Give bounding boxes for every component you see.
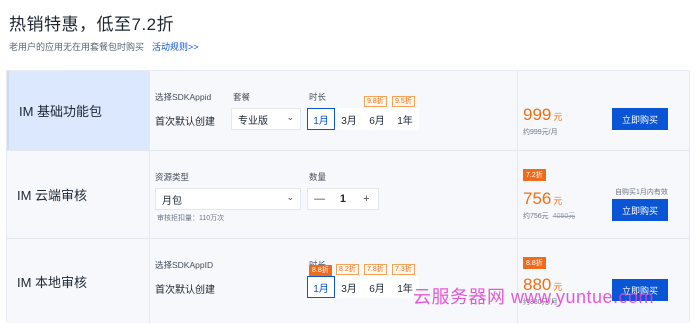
price-unit: 元	[553, 112, 563, 122]
watermark-text: 云服务器网 www.yuntue.com	[413, 287, 655, 307]
price-value: 999	[523, 105, 552, 124]
product-name: IM 云端审核	[17, 188, 88, 203]
quantity-stepper: — 1 +	[307, 188, 379, 210]
duration-selector: 8.8折 1月 8.2折 3月 7.8折 6月 7.3折 1年	[307, 264, 419, 298]
product-row-basic: IM 基础功能包 选择SDKAppid 首次默认创建 套餐 专业版 ⌄ 时长 1…	[7, 71, 689, 151]
resource-type-label: 资源类型	[155, 172, 190, 182]
rules-link[interactable]: 活动规则>>	[152, 42, 199, 52]
discount-tag: 8.2折	[336, 264, 359, 275]
duration-selector: 1月 3月 9.8折 6月 9.5折 1年	[307, 96, 419, 130]
plan-select[interactable]: 专业版 ⌄	[231, 108, 301, 130]
duration-option-1y[interactable]: 9.5折 1年	[391, 96, 419, 130]
resource-select-value: 月包	[162, 195, 182, 207]
quantity-value[interactable]: 1	[331, 193, 354, 205]
divider	[149, 239, 150, 323]
sdkappid-value: 首次默认创建	[155, 117, 215, 128]
discount-tag: 9.8折	[364, 96, 387, 107]
price: 999 元	[523, 105, 562, 125]
review-quota-note: 审核拒扣量：110万次	[157, 215, 225, 222]
product-name: IM 基础功能包	[7, 71, 149, 150]
buy-button[interactable]: 立即购买	[612, 199, 668, 221]
plan-label: 套餐	[233, 92, 251, 102]
per-month-price: 约999元/月	[523, 129, 558, 136]
quantity-label: 数量	[309, 172, 327, 182]
discount-tag: 7.3折	[392, 264, 415, 275]
divider	[149, 71, 150, 150]
sdkappid-value: 首次默认创建	[155, 285, 215, 296]
buy-button[interactable]: 立即购买	[612, 108, 668, 130]
page-subtitle: 老用户的应用无在用套餐包时购买 活动规则>>	[9, 40, 199, 53]
validity-note: 自购买1月内有效	[615, 189, 668, 196]
discount-badge: 7.2折	[523, 169, 546, 181]
divider	[517, 151, 518, 238]
duration-option-3m[interactable]: 3月	[335, 108, 363, 130]
subtitle-text: 老用户的应用无在用套餐包时购买	[9, 42, 145, 52]
duration-option-3m[interactable]: 8.2折 3月	[335, 264, 363, 298]
divider	[517, 71, 518, 150]
per-month-price: 约756元 4050元	[523, 213, 576, 220]
sdkappid-label: 选择SDKAppid	[155, 92, 212, 102]
product-name: IM 本地审核	[17, 274, 88, 290]
chevron-down-icon: ⌄	[286, 192, 294, 202]
price-value: 756	[523, 189, 552, 208]
duration-option-6m[interactable]: 9.8折 6月	[363, 96, 391, 130]
plus-button[interactable]: +	[355, 193, 378, 205]
chevron-down-icon: ⌄	[286, 112, 294, 122]
resource-select[interactable]: 月包 ⌄	[155, 188, 301, 210]
discount-badge: 8.8折	[523, 257, 546, 269]
discount-tag: 9.5折	[392, 96, 415, 107]
divider	[517, 239, 518, 323]
duration-label: 时长	[309, 92, 327, 102]
duration-option-1m[interactable]: 8.8折 1月	[307, 265, 335, 298]
price-unit: 元	[553, 196, 563, 206]
product-row-local-review: IM 本地审核 选择SDKAppID 首次默认创建 时长 8.8折1月 8.2折…	[7, 239, 689, 323]
minus-button[interactable]: —	[308, 193, 331, 205]
divider	[149, 151, 150, 238]
price: 756 元	[523, 189, 562, 209]
sdkappid-label: 选择SDKAppID	[155, 260, 214, 270]
duration-option-6m[interactable]: 7.8折 6月	[363, 264, 391, 298]
duration-option-1m[interactable]: 1月	[307, 108, 335, 130]
original-price: 4050元	[552, 213, 576, 220]
discount-tag: 8.8折	[309, 265, 332, 276]
page-title: 热销特惠，低至7.2折	[9, 15, 175, 34]
discount-tag: 7.8折	[364, 264, 387, 275]
plan-select-value: 专业版	[238, 115, 268, 127]
product-row-cloud-review: IM 云端审核 资源类型 月包 ⌄ 审核拒扣量：110万次 数量 — 1 + 7…	[7, 151, 689, 239]
